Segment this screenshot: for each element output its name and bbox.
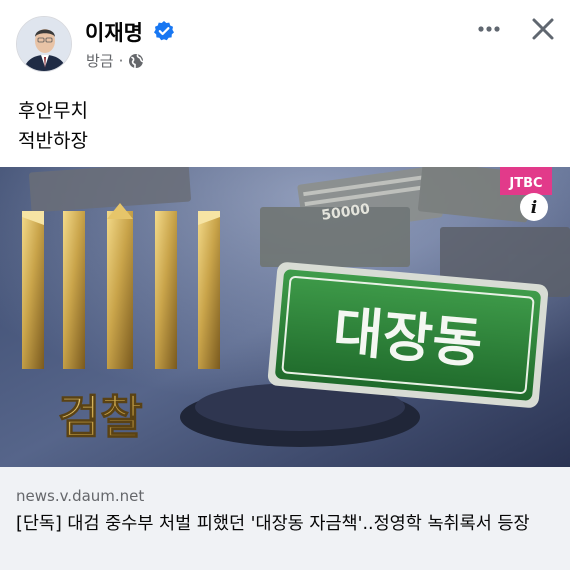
globe-icon[interactable]: [128, 53, 144, 69]
author-name[interactable]: 이재명: [85, 17, 143, 47]
post-header: 이재명 방금 ·: [0, 0, 570, 82]
post-time[interactable]: 방금: [86, 50, 114, 71]
link-preview-image[interactable]: 50000 검찰 대장동 JTBC i: [0, 167, 570, 467]
svg-text:i: i: [531, 198, 537, 218]
sign-text: 대장동: [331, 300, 485, 376]
post-text: 후안무치 적반하장: [18, 96, 88, 156]
post-text-line-2: 적반하장: [18, 130, 88, 152]
road-sign: 대장동: [267, 262, 549, 408]
emblem-label: 검찰: [58, 390, 143, 444]
svg-text:JTBC: JTBC: [508, 176, 542, 191]
verified-badge-icon: [154, 21, 174, 41]
author-avatar[interactable]: [16, 16, 72, 72]
info-icon[interactable]: i: [520, 193, 548, 221]
news-illustration: 50000 검찰 대장동 JTBC i: [0, 167, 570, 467]
link-preview-footer[interactable]: news.v.daum.net [단독] 대검 중수부 처벌 피했던 '대장동 …: [0, 467, 570, 570]
link-domain: news.v.daum.net: [16, 487, 145, 505]
avatar-photo: [17, 17, 71, 71]
post-text-line-1: 후안무치: [18, 100, 88, 122]
meta-separator: ·: [118, 51, 124, 70]
post-meta: 방금 ·: [86, 50, 144, 71]
channel-logo: JTBC: [500, 167, 552, 195]
close-icon[interactable]: [528, 14, 558, 44]
more-options-icon[interactable]: [474, 14, 504, 44]
link-title[interactable]: [단독] 대검 중수부 처벌 피했던 '대장동 자금책'..정영학 녹취록서 등…: [16, 511, 561, 538]
